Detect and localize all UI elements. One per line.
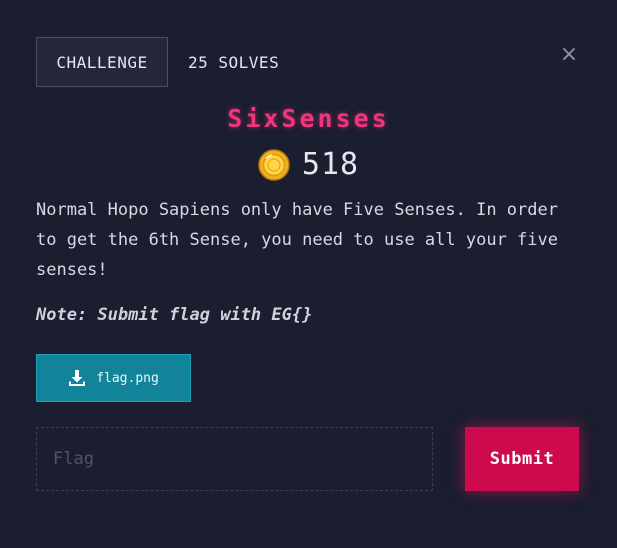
tab-solves[interactable]: 25 SOLVES (168, 37, 299, 87)
challenge-description: Normal Hopo Sapiens only have Five Sense… (36, 200, 558, 280)
file-download-button[interactable]: flag.png (36, 354, 191, 402)
challenge-modal: CHALLENGE 25 SOLVES × SixSenses 518 Norm… (0, 0, 617, 548)
challenge-note: Note: Submit flag with EG{} (36, 305, 313, 325)
coin-icon (258, 148, 290, 181)
tab-challenge-label: CHALLENGE (56, 52, 148, 72)
modal-tabs: CHALLENGE 25 SOLVES (36, 37, 299, 87)
challenge-points: 518 (0, 147, 617, 182)
tab-challenge[interactable]: CHALLENGE (36, 37, 168, 87)
close-icon[interactable]: × (559, 40, 579, 68)
flag-input[interactable] (36, 427, 433, 491)
submit-button[interactable]: Submit (465, 427, 579, 491)
file-name: flag.png (96, 370, 159, 386)
challenge-title: SixSenses (227, 104, 390, 133)
download-icon (69, 370, 86, 386)
points-value: 518 (301, 147, 360, 182)
tab-solves-label: 25 SOLVES (188, 52, 280, 72)
